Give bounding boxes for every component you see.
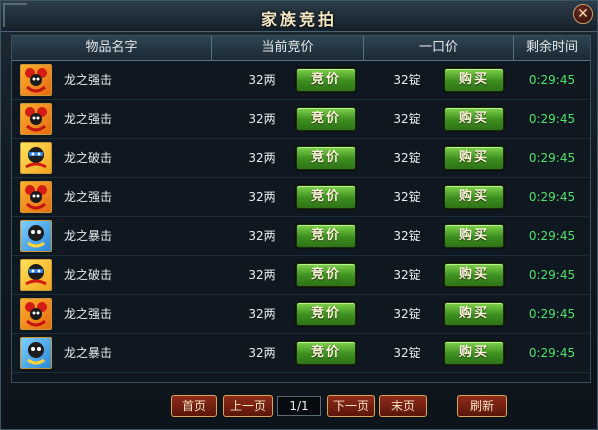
table-row: 龙之暴击 32两 竞价 32锭 购买 0:29:45: [12, 334, 590, 373]
buy-button[interactable]: 购买: [444, 224, 504, 248]
bid-button[interactable]: 竞价: [296, 302, 356, 326]
buyout-price: 32锭: [393, 112, 421, 126]
table-row: 龙之暴击 32两 竞价 32锭 购买 0:29:45: [12, 217, 590, 256]
header-item-name: 物品名字: [12, 36, 212, 60]
header-current-bid: 当前竞价: [212, 36, 364, 60]
buyout-price: 32锭: [393, 151, 421, 165]
table-row: 龙之强击 32两 竞价 32锭 购买 0:29:45: [12, 178, 590, 217]
auction-table: 物品名字 当前竞价 一口价 剩余时间 龙之强击 32两 竞价 32锭 购买 0:29:45…: [11, 35, 591, 383]
current-bid: 32两: [248, 268, 276, 282]
prev-page-button[interactable]: 上一页: [223, 395, 273, 417]
buyout-price: 32锭: [393, 229, 421, 243]
time-left: 0:29:45: [528, 73, 576, 87]
current-bid: 32两: [248, 229, 276, 243]
bid-button[interactable]: 竞价: [296, 146, 356, 170]
buyout-price: 32锭: [393, 346, 421, 360]
current-bid: 32两: [248, 73, 276, 87]
bid-button[interactable]: 竞价: [296, 224, 356, 248]
buy-button[interactable]: 购买: [444, 302, 504, 326]
time-left: 0:29:45: [528, 229, 576, 243]
family-auction-window: 家族竞拍 ✕ 物品名字 当前竞价 一口价 剩余时间 龙之强击 32两 竞价 32锭 购买…: [0, 0, 598, 430]
last-page-button[interactable]: 末页: [379, 395, 427, 417]
refresh-button[interactable]: 刷新: [457, 395, 507, 417]
table-row: 龙之强击 32两 竞价 32锭 购买 0:29:45: [12, 295, 590, 334]
time-left: 0:29:45: [528, 190, 576, 204]
bid-button[interactable]: 竞价: [296, 185, 356, 209]
item-name: 龙之强击: [64, 73, 113, 87]
item-name: 龙之强击: [64, 190, 113, 204]
blue-dragon-icon[interactable]: [20, 220, 52, 252]
buy-button[interactable]: 购买: [444, 263, 504, 287]
item-name: 龙之暴击: [64, 229, 113, 243]
buyout-price: 32锭: [393, 268, 421, 282]
item-name: 龙之暴击: [64, 346, 113, 360]
red-dragon-icon[interactable]: [20, 103, 52, 135]
table-row: 龙之强击 32两 竞价 32锭 购买 0:29:45: [12, 61, 590, 100]
close-button[interactable]: ✕: [573, 4, 593, 24]
bid-button[interactable]: 竞价: [296, 263, 356, 287]
yellow-dragon-icon[interactable]: [20, 142, 52, 174]
header-buyout: 一口价: [364, 36, 514, 60]
time-left: 0:29:45: [528, 151, 576, 165]
table-row: 龙之破击 32两 竞价 32锭 购买 0:29:45: [12, 256, 590, 295]
blue-dragon-icon[interactable]: [20, 337, 52, 369]
window-title: 家族竞拍: [260, 10, 337, 29]
bid-button[interactable]: 竞价: [296, 68, 356, 92]
next-page-button[interactable]: 下一页: [327, 395, 375, 417]
table-row: 龙之强击 32两 竞价 32锭 购买 0:29:45: [12, 100, 590, 139]
current-bid: 32两: [248, 307, 276, 321]
yellow-dragon-icon[interactable]: [20, 259, 52, 291]
red-dragon-icon[interactable]: [20, 298, 52, 330]
buy-button[interactable]: 购买: [444, 68, 504, 92]
table-row: 龙之破击 32两 竞价 32锭 购买 0:29:45: [12, 139, 590, 178]
buy-button[interactable]: 购买: [444, 146, 504, 170]
buyout-price: 32锭: [393, 307, 421, 321]
item-name: 龙之强击: [64, 112, 113, 126]
bid-button[interactable]: 竞价: [296, 107, 356, 131]
current-bid: 32两: [248, 112, 276, 126]
time-left: 0:29:45: [528, 346, 576, 360]
time-left: 0:29:45: [528, 112, 576, 126]
red-dragon-icon[interactable]: [20, 64, 52, 96]
header-time-left: 剩余时间: [525, 40, 578, 55]
pagination: 首页 上一页 1/1 下一页 末页 刷新: [1, 395, 597, 419]
item-name: 龙之强击: [64, 307, 113, 321]
buyout-price: 32锭: [393, 73, 421, 87]
time-left: 0:29:45: [528, 268, 576, 282]
title-bar[interactable]: 家族竞拍 ✕: [1, 1, 597, 32]
red-dragon-icon[interactable]: [20, 181, 52, 213]
buy-button[interactable]: 购买: [444, 107, 504, 131]
table-header: 物品名字 当前竞价 一口价 剩余时间: [12, 36, 590, 61]
page-indicator: 1/1: [277, 396, 321, 416]
current-bid: 32两: [248, 346, 276, 360]
current-bid: 32两: [248, 151, 276, 165]
time-left: 0:29:45: [528, 307, 576, 321]
buyout-price: 32锭: [393, 190, 421, 204]
current-bid: 32两: [248, 190, 276, 204]
item-name: 龙之破击: [64, 268, 113, 282]
first-page-button[interactable]: 首页: [171, 395, 217, 417]
bid-button[interactable]: 竞价: [296, 341, 356, 365]
item-name: 龙之破击: [64, 151, 113, 165]
buy-button[interactable]: 购买: [444, 341, 504, 365]
buy-button[interactable]: 购买: [444, 185, 504, 209]
